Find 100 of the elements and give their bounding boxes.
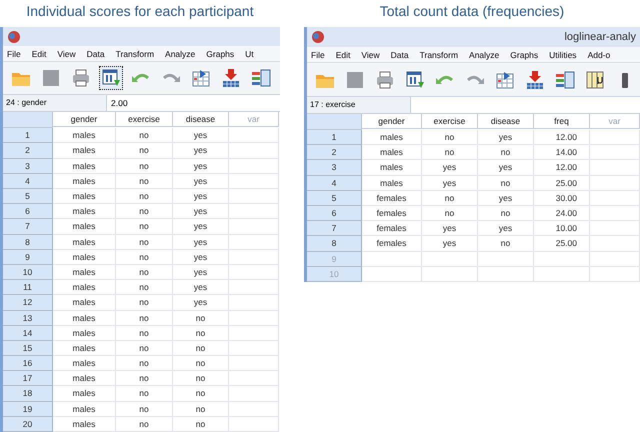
menu-item[interactable]: Edit	[336, 50, 350, 60]
menu-item[interactable]: Graphs	[510, 50, 538, 60]
row-number[interactable]: 20	[3, 416, 53, 432]
row-number[interactable]: 13	[3, 310, 53, 326]
menu-item[interactable]: View	[361, 50, 380, 60]
row-number[interactable]: 7	[3, 219, 53, 235]
column-header[interactable]: disease	[478, 114, 534, 129]
table-cell: yes	[173, 234, 229, 250]
table-cell: no	[422, 206, 478, 222]
cell-reference: 17 : exercise	[307, 97, 411, 113]
row-number[interactable]: 1	[307, 130, 362, 146]
empty-cell	[229, 158, 279, 174]
table-cell: males	[53, 189, 116, 204]
cell-reference: 24 : gender	[3, 95, 107, 112]
menu-item[interactable]: Analyze	[469, 50, 500, 60]
table-cell: 24.00	[534, 206, 590, 222]
menu-item[interactable]: Transform	[116, 48, 154, 59]
table-cell: yes	[478, 160, 534, 176]
row-number[interactable]: 2	[307, 145, 362, 160]
row-number[interactable]: 14	[3, 326, 53, 341]
empty-cell	[229, 143, 279, 159]
row-number[interactable]: 5	[307, 190, 362, 206]
menu-item[interactable]: Data	[390, 50, 409, 60]
menu-item[interactable]: Ut	[245, 48, 254, 59]
menu-item[interactable]: File	[311, 50, 325, 60]
app-icon	[7, 30, 21, 44]
table-cell: no	[116, 189, 173, 204]
column-header[interactable]: freq	[534, 114, 590, 129]
menu-item[interactable]: Edit	[32, 48, 46, 59]
row-number[interactable]: 11	[3, 280, 53, 296]
row-number[interactable]: 8	[307, 236, 362, 252]
row-number[interactable]: 3	[3, 158, 53, 174]
column-header[interactable]: gender	[53, 112, 116, 128]
row-number[interactable]: 2	[3, 143, 53, 159]
column-header[interactable]: exercise	[116, 112, 173, 128]
row-number[interactable]: 5	[3, 189, 53, 204]
table-cell: males	[53, 326, 116, 341]
empty-cell	[229, 386, 279, 402]
table-cell: males	[53, 295, 116, 310]
empty-cell	[229, 416, 279, 432]
row-number[interactable]: 9	[3, 250, 53, 265]
empty-cell	[590, 145, 640, 160]
window-title: loglinear-analy	[564, 31, 636, 43]
table-cell: 12.00	[534, 160, 590, 176]
table-cell: no	[173, 371, 229, 386]
row-number[interactable]: 1	[3, 128, 53, 144]
panel-heading: Individual scores for each participant	[25, 2, 255, 21]
table-cell: no	[116, 219, 173, 235]
row-number[interactable]: 16	[3, 356, 53, 372]
menu-item[interactable]: Graphs	[206, 48, 234, 59]
menu-item[interactable]: Utilities	[549, 50, 577, 60]
empty-cell	[590, 130, 640, 146]
column-header[interactable]: gender	[362, 114, 422, 129]
table-cell: yes	[173, 295, 229, 310]
row-number[interactable]: 10	[3, 264, 53, 280]
menu-item[interactable]: Analyze	[165, 48, 196, 59]
table-cell: males	[53, 402, 116, 417]
row-number[interactable]: 17	[3, 371, 53, 386]
row-number[interactable]: 8	[3, 234, 53, 250]
table-cell: no	[116, 310, 173, 326]
table-cell: females	[362, 236, 422, 252]
menu-item[interactable]: File	[7, 48, 21, 59]
table-cell: no	[116, 250, 173, 265]
row-number[interactable]: 6	[3, 204, 53, 220]
menu-item[interactable]: View	[57, 48, 76, 59]
empty-cell	[478, 266, 534, 282]
table-cell: yes	[173, 174, 229, 189]
table-cell: no	[478, 176, 534, 191]
row-number[interactable]: 4	[307, 176, 362, 191]
grid-corner	[307, 114, 362, 130]
row-number[interactable]: 6	[307, 206, 362, 222]
table-cell: yes	[478, 130, 534, 146]
empty-cell	[229, 326, 279, 341]
menu-item[interactable]: Add-o	[588, 50, 610, 60]
row-number[interactable]: 3	[307, 160, 362, 176]
empty-cell	[229, 310, 279, 326]
value-labels-icon	[585, 70, 605, 90]
row-number[interactable]: 7	[307, 221, 362, 236]
table-cell: males	[53, 219, 116, 235]
row-number[interactable]: 15	[3, 340, 53, 356]
empty-cell	[229, 356, 279, 372]
table-cell: no	[173, 386, 229, 402]
column-header[interactable]: disease	[173, 112, 229, 128]
row-number[interactable]: 4	[3, 174, 53, 189]
table-cell: yes	[173, 158, 229, 174]
empty-cell	[590, 266, 640, 282]
table-cell: no	[116, 402, 173, 417]
table-cell: 30.00	[534, 190, 590, 206]
table-cell: no	[116, 264, 173, 280]
table-cell: yes	[173, 219, 229, 235]
toolbar-button[interactable]	[99, 66, 123, 90]
column-header[interactable]: exercise	[422, 114, 478, 129]
table-cell: males	[53, 264, 116, 280]
menu-item[interactable]: Transform	[420, 50, 458, 60]
row-number[interactable]: 18	[3, 386, 53, 402]
row-number[interactable]: 12	[3, 295, 53, 310]
row-number[interactable]: 19	[3, 402, 53, 417]
grid-corner	[3, 112, 53, 128]
menu-item[interactable]: Data	[86, 48, 105, 59]
table-cell: no	[173, 326, 229, 341]
